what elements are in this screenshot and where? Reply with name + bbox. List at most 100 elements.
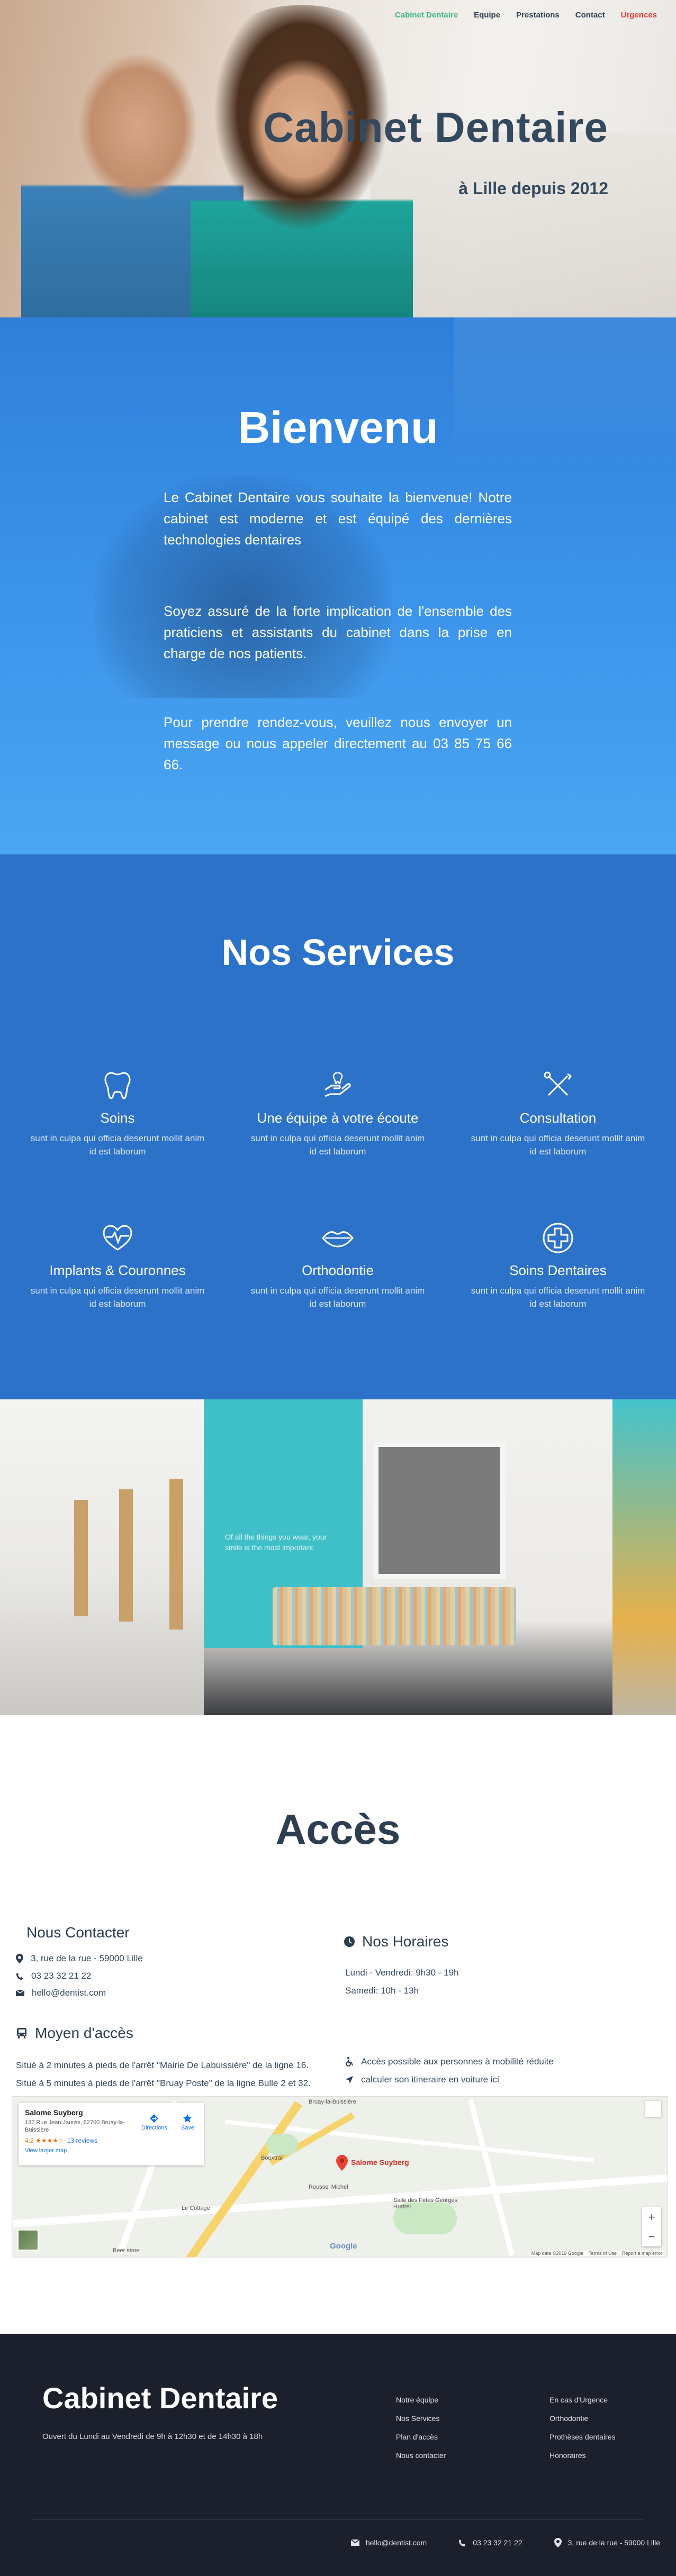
access-title: Accès — [275, 1806, 401, 1853]
footer-link[interactable]: Orthodontie — [549, 2414, 616, 2423]
site-footer: Cabinet Dentaire Ouvert du Lundi au Vend… — [0, 2334, 676, 2576]
service-name: Orthodontie — [302, 1262, 374, 1278]
wall-photo-frame — [378, 1447, 500, 1574]
footer-phone-text: 03 23 32 21 22 — [473, 2538, 522, 2547]
hours-heading: Nos Horaires — [344, 1933, 448, 1950]
service-equipe: Une équipe à votre écoute sunt in culpa … — [250, 1069, 425, 1158]
service-desc: sunt in culpa qui officia deserunt molli… — [250, 1286, 425, 1309]
hours-week: Lundi - Vendredi: 9h30 - 19h — [345, 1968, 459, 1978]
map-data-credit: Map data ©2019 Google — [531, 2251, 583, 2256]
footer-hours: Ouvert du Lundi au Vendredi de 9h à 12h3… — [42, 2432, 263, 2441]
map-marker-icon[interactable] — [336, 2155, 348, 2171]
footer-link[interactable]: En cas d'Urgence — [549, 2396, 616, 2404]
phone-icon — [459, 2539, 466, 2546]
map-place-card: Salome Suyberg 137 Rue Jean Jaurès, 6270… — [19, 2103, 204, 2165]
map-satellite-thumbnail[interactable] — [17, 2229, 39, 2251]
map-marker-label: Salome Suyberg — [351, 2158, 409, 2167]
nav-item-equipe[interactable]: Equipe — [474, 11, 500, 20]
corridor-photo — [0, 1399, 204, 1715]
envelope-icon — [16, 1990, 24, 1996]
contact-email[interactable]: hello@dentist.com — [16, 1988, 106, 1998]
welcome-paragraph-2: Soyez assuré de la forte implication de … — [164, 603, 512, 661]
route-link[interactable]: calculer son itineraire en voiture ici — [345, 2074, 499, 2085]
reduced-mobility: Accès possible aux personnes à mobilité … — [345, 2056, 554, 2067]
directions-icon — [150, 2114, 159, 2123]
service-soins: Soins sunt in culpa qui officia deserunt… — [30, 1069, 205, 1158]
hours-saturday: Samedi: 10h - 13h — [345, 1986, 419, 1996]
access-title-text: Moyen d'accès — [35, 2025, 133, 2041]
google-map[interactable]: Salome Suyberg 137 Rue Jean Jaurès, 6270… — [12, 2096, 668, 2258]
footer-brand: Cabinet Dentaire — [42, 2381, 278, 2415]
map-road — [13, 2174, 668, 2228]
map-larger-link[interactable]: View larger map — [25, 2147, 197, 2154]
service-name: Consultation — [519, 1110, 597, 1126]
zoom-out-button[interactable]: − — [648, 2230, 655, 2244]
footer-email-text: hello@dentist.com — [365, 2538, 427, 2547]
nav-item-urgences[interactable]: Urgences — [621, 11, 657, 20]
service-desc: sunt in culpa qui officia deserunt molli… — [471, 1133, 645, 1157]
service-consultation: Consultation sunt in culpa qui officia d… — [471, 1069, 645, 1158]
contact-address-text: 3, rue de la rue - 59000 Lille — [31, 1953, 143, 1963]
map-label: Bouxtrail — [261, 2155, 284, 2161]
service-name: Soins — [100, 1110, 135, 1126]
door — [74, 1500, 88, 1616]
hero-section: Cabinet Dentaire Equipe Prestations Cont… — [0, 0, 676, 317]
map-save-label: Save — [181, 2125, 194, 2131]
route-link-text: calculer son itineraire en voiture ici — [361, 2074, 499, 2085]
service-orthodontie: Orthodontie sunt in culpa qui officia de… — [250, 1221, 425, 1310]
map-terms-link[interactable]: Terms of Use — [589, 2251, 617, 2256]
footer-link[interactable]: Plan d'accès — [396, 2433, 446, 2441]
door — [169, 1479, 183, 1630]
zoom-in-button[interactable]: + — [648, 2210, 655, 2224]
map-save-button[interactable]: Save — [181, 2114, 194, 2131]
hand-tooth-icon — [325, 1072, 351, 1097]
footer-link[interactable]: Nous contacter — [396, 2451, 446, 2460]
access-section: Accès Nous Contacter 3, rue de la rue - … — [0, 1715, 676, 2334]
footer-phone[interactable]: 03 23 32 21 22 — [458, 2538, 522, 2547]
map-fullscreen-button[interactable] — [645, 2101, 661, 2117]
map-road — [467, 2098, 515, 2256]
location-arrow-icon — [346, 2076, 353, 2083]
footer-link[interactable]: Prothèses dentaires — [549, 2433, 616, 2441]
footer-link[interactable]: Notre équipe — [396, 2396, 446, 2404]
footer-address-text: 3, rue de la rue - 59000 Lille — [567, 2538, 660, 2547]
bench — [273, 1587, 516, 1645]
service-implants: Implants & Couronnes sunt in culpa qui o… — [30, 1221, 205, 1310]
map-actions: Directions Save — [141, 2114, 194, 2131]
contact-heading: Nous Contacter — [26, 1924, 130, 1941]
star-icon — [183, 2114, 192, 2123]
map-footer: Map data ©2019 Google Terms of Use Repor… — [529, 2251, 664, 2256]
top-nav: Cabinet Dentaire Equipe Prestations Cont… — [395, 11, 657, 20]
map-label: Bruay-la-Buissière — [309, 2099, 356, 2105]
footer-link[interactable]: Nos Services — [396, 2414, 446, 2423]
footer-link[interactable]: Honoraires — [549, 2451, 616, 2460]
welcome-section: Bienvenu Le Cabinet Dentaire vous souhai… — [0, 317, 676, 854]
map-zoom-controls: + − — [642, 2207, 661, 2246]
nav-item-contact[interactable]: Contact — [575, 11, 605, 20]
map-place-address: 137 Rue Jean Jaurès, 62700 Bruay-la-Buis… — [25, 2119, 125, 2133]
services-title: Nos Services — [221, 932, 455, 973]
dental-tools-icon — [544, 1071, 572, 1096]
hero-background — [371, 132, 676, 317]
map-label: Beer store — [113, 2247, 140, 2254]
map-directions-button[interactable]: Directions — [141, 2114, 167, 2131]
contact-title: Nous Contacter — [26, 1924, 130, 1941]
nav-item-cabinet[interactable]: Cabinet Dentaire — [395, 11, 458, 20]
waiting-room-photo: Of all the things you wear, your smile i… — [204, 1399, 676, 1715]
map-report-link[interactable]: Report a map error — [622, 2251, 662, 2256]
bus-icon — [17, 2028, 26, 2038]
service-name: Soins Dentaires — [509, 1262, 607, 1278]
contact-phone-text: 03 23 32 21 22 — [31, 1971, 92, 1981]
hero-title: Cabinet Dentaire — [263, 104, 608, 151]
map-park — [266, 2134, 298, 2155]
map-rating-value: 4.2 ★★★★☆ — [25, 2137, 64, 2144]
footer-email[interactable]: hello@dentist.com — [350, 2538, 427, 2547]
contact-phone[interactable]: 03 23 32 21 22 — [16, 1971, 91, 1981]
map-reviews[interactable]: 13 reviews — [67, 2137, 97, 2144]
access-line-1: Situé à 2 minutes à pieds de l'arrêt "Ma… — [16, 2060, 309, 2070]
heartbeat-icon — [103, 1225, 132, 1251]
google-logo: Google — [330, 2242, 357, 2251]
glass-panel — [612, 1399, 676, 1715]
service-name: Une équipe à votre écoute — [257, 1110, 419, 1126]
nav-item-prestations[interactable]: Prestations — [516, 11, 560, 20]
